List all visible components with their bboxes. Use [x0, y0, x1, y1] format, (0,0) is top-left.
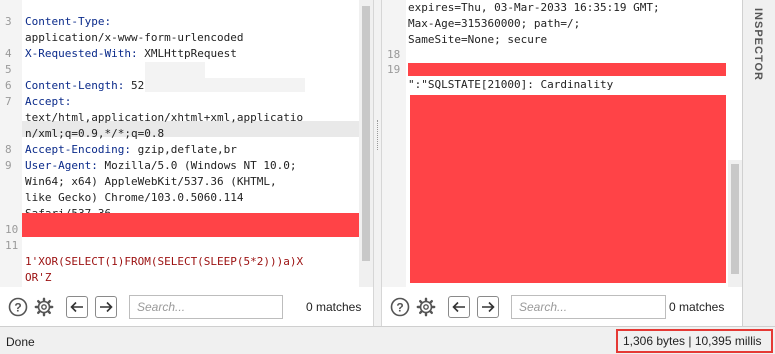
line-text: application/x-www-form-urlencoded	[25, 31, 244, 44]
request-scrollbar-thumb[interactable]	[362, 6, 370, 261]
code-line: 11	[0, 238, 373, 254]
request-match-count: 0 matches	[306, 300, 362, 314]
status-text: Done	[6, 335, 35, 349]
response-match-count: 0 matches	[669, 300, 725, 314]
code-line: 8 Accept-Encoding: gzip,deflate,br	[0, 142, 373, 158]
line-text: Content-Length: 52	[25, 79, 145, 92]
response-scrollbar[interactable]	[728, 160, 742, 287]
line-text: SameSite=None; secure	[408, 33, 548, 46]
line-text: Win64; x64) AppleWebKit/537.36 (KHTML,	[25, 175, 277, 188]
arrow-left-icon	[70, 301, 83, 313]
line-number: 11	[5, 239, 19, 252]
line-number: 19	[387, 63, 401, 76]
line-text: ":"SQLSTATE[21000]: Cardinality	[408, 78, 614, 91]
line-text: Accept:	[25, 94, 71, 110]
splitter-grip	[377, 120, 379, 150]
line-text: n/xml;q=0.9,*/*;q=0.8	[25, 127, 165, 140]
line-text: Content-Type:	[25, 14, 111, 30]
header-name: Content-Type:	[25, 15, 112, 28]
injection-payload-text: 1'XOR(SELECT(1)FROM(SELECT(SLEEP(5*2)))a…	[25, 255, 304, 268]
response-search-input[interactable]: Search...	[511, 295, 666, 319]
code-line: 12	[0, 286, 373, 287]
response-redacted-body	[410, 95, 726, 283]
line-text: expires=Thu, 03-Mar-2033 16:35:19 GMT;	[408, 1, 660, 14]
line-text: text/html,application/xhtml+xml,applicat…	[25, 111, 304, 124]
gear-icon	[416, 297, 436, 317]
code-line: SameSite=None; secure	[382, 32, 742, 48]
request-redacted-host	[145, 62, 205, 78]
line-number: 18	[387, 48, 401, 61]
code-line: 7 Accept:	[0, 94, 373, 110]
previous-match-button[interactable]	[66, 296, 88, 318]
line-number: 4	[5, 47, 12, 60]
header-name: Accept-Encoding:	[25, 143, 131, 156]
code-line: 1'XOR(SELECT(1)FROM(SELECT(SLEEP(5*2)))a…	[0, 254, 373, 270]
svg-text:?: ?	[14, 301, 21, 315]
help-button[interactable]: ?	[7, 296, 29, 318]
line-number: 10	[5, 223, 19, 236]
request-search-input[interactable]: Search...	[129, 295, 283, 319]
response-editor[interactable]: expires=Thu, 03-Mar-2033 16:35:19 GMT; Ma…	[382, 0, 742, 287]
request-scrollbar[interactable]	[359, 0, 373, 287]
settings-button[interactable]	[33, 296, 55, 318]
line-text: X-Requested-With: XMLHttpRequest	[25, 47, 237, 60]
request-editor[interactable]: 3 Content-Type: application/x-www-form-url…	[0, 0, 373, 287]
line-number: 6	[5, 79, 12, 92]
request-search-toolbar: ? Search... 0 matches	[0, 289, 373, 325]
next-match-button[interactable]	[477, 296, 499, 318]
line-text: User-Agent: Mozilla/5.0 (Windows NT 10.0…	[25, 159, 297, 172]
code-line: expires=Thu, 03-Mar-2033 16:35:19 GMT;	[382, 0, 742, 16]
line-number: 12	[0, 286, 22, 287]
code-line: n/xml;q=0.9,*/*;q=0.8	[0, 126, 373, 142]
next-match-button[interactable]	[95, 296, 117, 318]
status-bar: Done 1,306 bytes | 10,395 millis	[0, 326, 775, 354]
response-scrollbar-thumb[interactable]	[731, 164, 739, 274]
code-line: 4 X-Requested-With: XMLHttpRequest	[0, 46, 373, 62]
help-button[interactable]: ?	[389, 296, 411, 318]
gear-icon	[34, 297, 54, 317]
code-line: OR'Z	[0, 270, 373, 286]
injection-payload-text: OR'Z	[25, 271, 52, 284]
line-number: 5	[5, 63, 12, 76]
line-number: 8	[5, 143, 12, 156]
header-name: Content-Length:	[25, 79, 125, 92]
arrow-right-icon	[100, 301, 113, 313]
code-line: 3 Content-Type:	[0, 14, 373, 30]
header-name: User-Agent:	[25, 159, 98, 172]
inspector-panel-toggle[interactable]: INSPECTOR	[742, 0, 775, 326]
code-line: 18	[382, 47, 742, 63]
line-number: 3	[5, 15, 12, 28]
arrow-right-icon	[482, 301, 495, 313]
settings-button[interactable]	[415, 296, 437, 318]
svg-text:?: ?	[396, 301, 403, 315]
code-line: 9 User-Agent: Mozilla/5.0 (Windows NT 10.…	[0, 158, 373, 174]
code-line: application/x-www-form-urlencoded	[0, 30, 373, 46]
code-line: ":"SQLSTATE[21000]: Cardinality	[382, 77, 742, 93]
code-line: Win64; x64) AppleWebKit/537.36 (KHTML,	[0, 174, 373, 190]
response-redacted-header	[408, 63, 726, 76]
line-number: 7	[5, 95, 12, 108]
line-text: Accept-Encoding: gzip,deflate,br	[25, 143, 237, 156]
pane-splitter[interactable]	[373, 0, 382, 326]
response-search-toolbar: ? Search... 0 matches	[382, 289, 742, 325]
request-redacted-body	[22, 213, 365, 237]
arrow-left-icon	[452, 301, 465, 313]
line-text: like Gecko) Chrome/103.0.5060.114	[25, 191, 244, 204]
inspector-label: INSPECTOR	[752, 8, 764, 81]
line-text: Max-Age=315360000; path=/;	[408, 17, 581, 30]
header-name: X-Requested-With:	[25, 47, 138, 60]
code-line: like Gecko) Chrome/103.0.5060.114	[0, 190, 373, 206]
code-line: Max-Age=315360000; path=/;	[382, 16, 742, 32]
request-redacted-value	[145, 78, 305, 92]
line-number: 9	[5, 159, 12, 172]
help-icon: ?	[8, 297, 28, 317]
header-name: Accept:	[25, 95, 72, 108]
help-icon: ?	[390, 297, 410, 317]
previous-match-button[interactable]	[448, 296, 470, 318]
response-stats: 1,306 bytes | 10,395 millis	[616, 329, 773, 353]
code-line: text/html,application/xhtml+xml,applicat…	[0, 110, 373, 126]
